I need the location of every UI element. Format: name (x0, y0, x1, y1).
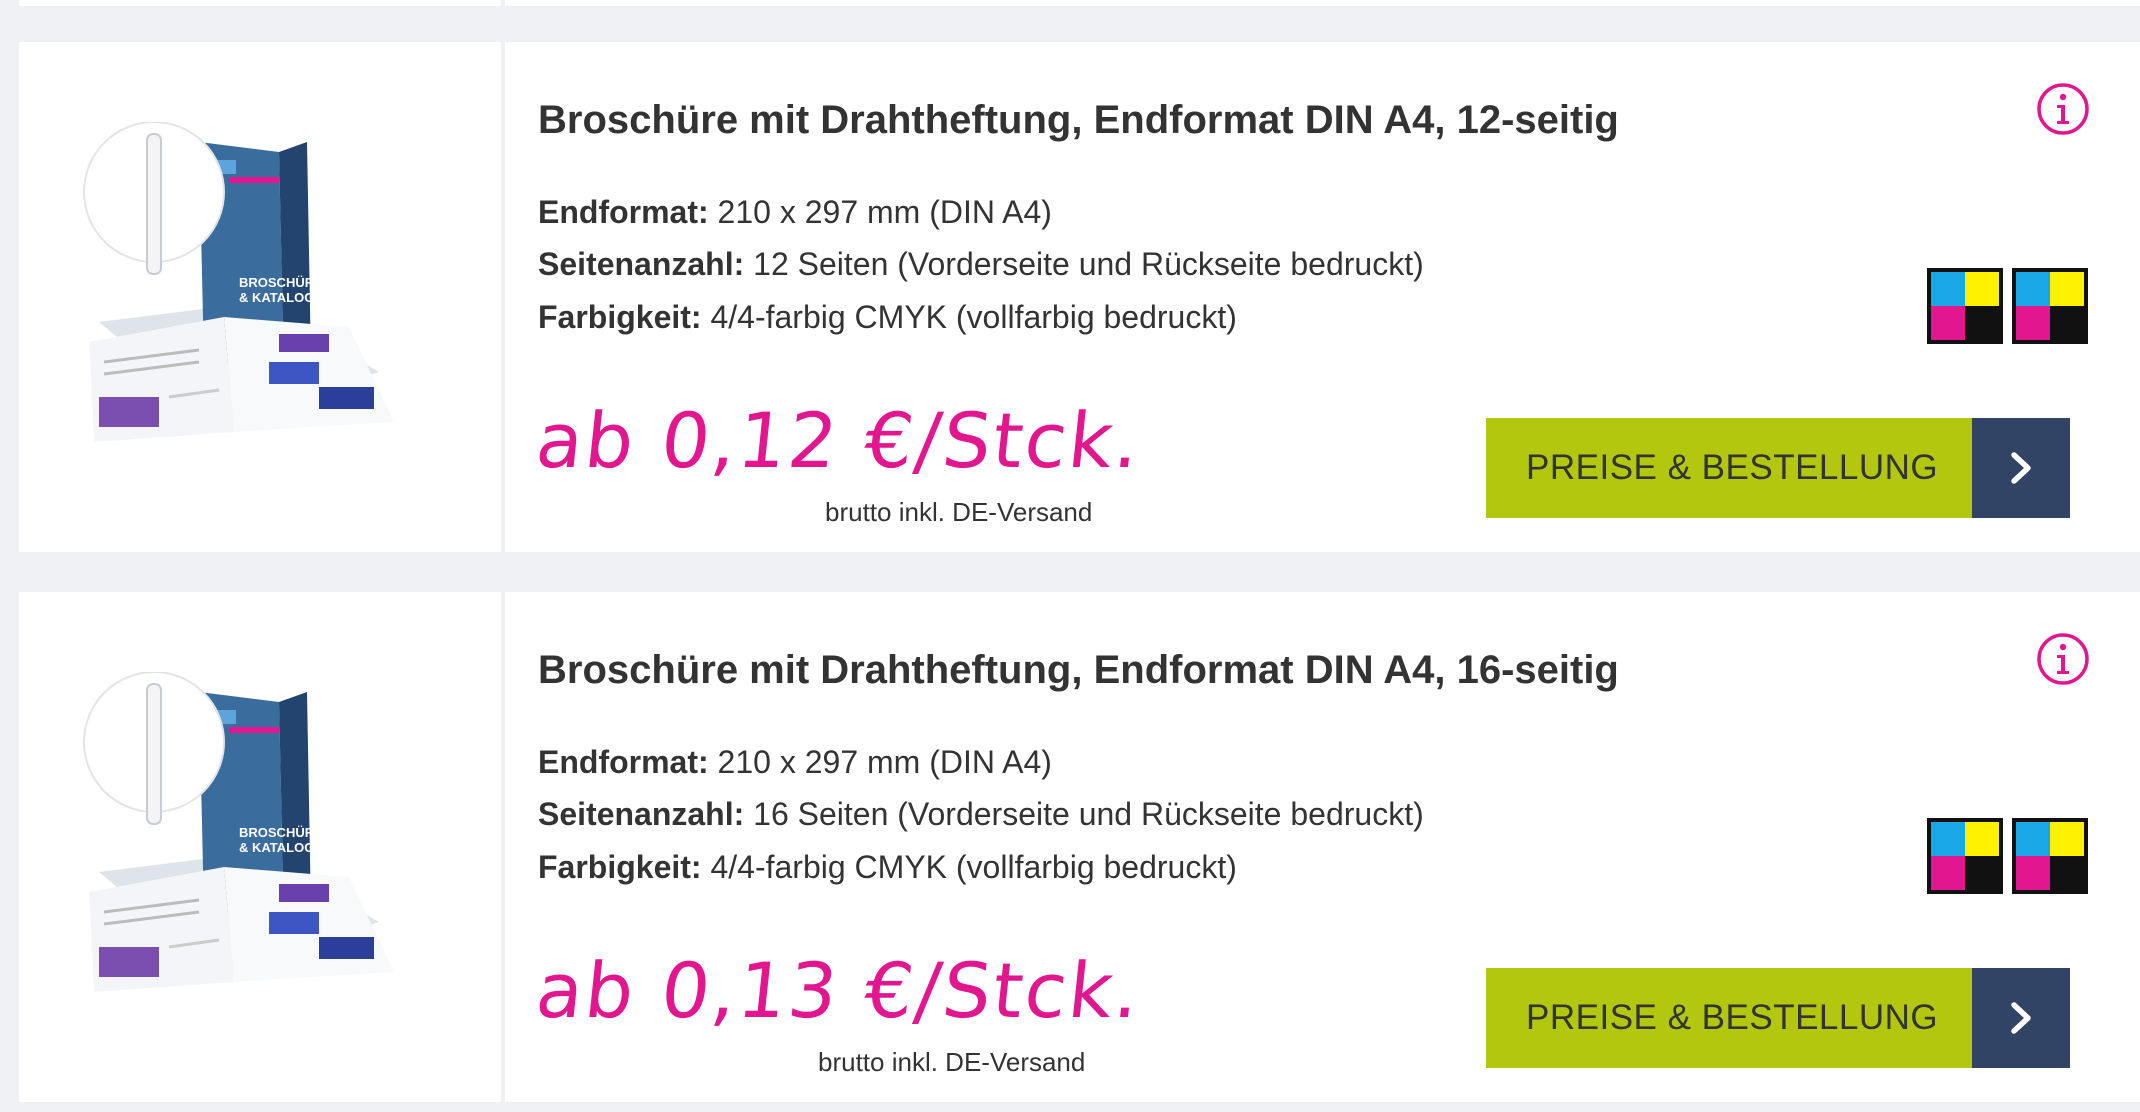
info-circle-icon[interactable] (2035, 631, 2091, 687)
chevron-right-icon (1972, 968, 2070, 1068)
info-circle-icon[interactable] (2035, 81, 2091, 137)
spec-label: Seitenanzahl: (538, 796, 745, 832)
spec-label: Endformat: (538, 744, 709, 780)
card-divider (501, 42, 505, 552)
book-cover-text: & KATALOGE (239, 840, 323, 855)
product-image[interactable]: BROSCHÜREN & KATALOGE (79, 122, 459, 462)
spec-value: 4/4-farbig CMYK (vollfarbig bedruckt) (710, 299, 1237, 335)
product-image-column: BROSCHÜREN & KATALOGE (19, 592, 501, 1102)
card-divider (501, 0, 505, 6)
product-title[interactable]: Broschüre mit Drahtheftung, Endformat DI… (538, 648, 1619, 693)
card-divider (501, 592, 505, 1102)
book-cover-text: BROSCHÜREN (239, 825, 332, 840)
spec-value: 210 x 297 mm (DIN A4) (717, 194, 1052, 230)
price-note: brutto inkl. DE-Versand (825, 497, 1093, 527)
spec-label: Seitenanzahl: (538, 246, 745, 282)
book-cover-text: BROSCHÜREN (239, 275, 332, 290)
spec-format: Endformat: 210 x 297 mm (DIN A4) (538, 744, 1052, 781)
button-label: PREISE & BESTELLUNG (1526, 998, 1939, 1037)
cmyk-color-icon (2012, 818, 2088, 894)
cmyk-color-icon (2012, 268, 2088, 344)
spec-value: 16 Seiten (Vorderseite und Rückseite bed… (753, 796, 1424, 832)
button-label: PREISE & BESTELLUNG (1526, 448, 1939, 487)
price-text: ab 0,12 €/Stck. (532, 396, 1146, 485)
price-text: ab 0,13 €/Stck. (532, 946, 1146, 1035)
spec-label: Farbigkeit: (538, 299, 702, 335)
previous-product-card (19, 0, 2140, 6)
spec-format: Endformat: 210 x 297 mm (DIN A4) (538, 194, 1052, 231)
spec-pages: Seitenanzahl: 12 Seiten (Vorderseite und… (538, 246, 1424, 283)
spec-value: 210 x 297 mm (DIN A4) (717, 744, 1052, 780)
product-title[interactable]: Broschüre mit Drahtheftung, Endformat DI… (538, 98, 1619, 143)
chevron-right-icon (1972, 418, 2070, 518)
spec-pages: Seitenanzahl: 16 Seiten (Vorderseite und… (538, 796, 1424, 833)
prices-order-button[interactable]: PREISE & BESTELLUNG (1486, 418, 2070, 518)
book-cover-text: & KATALOGE (239, 290, 323, 305)
prices-order-button[interactable]: PREISE & BESTELLUNG (1486, 968, 2070, 1068)
cmyk-color-icon (1927, 818, 2003, 894)
price-note: brutto inkl. DE-Versand (818, 1047, 1086, 1077)
spec-label: Farbigkeit: (538, 849, 702, 885)
product-image[interactable]: BROSCHÜREN & KATALOGE (79, 672, 459, 1012)
spec-value: 4/4-farbig CMYK (vollfarbig bedruckt) (710, 849, 1237, 885)
spec-label: Endformat: (538, 194, 709, 230)
cmyk-color-icon (1927, 268, 2003, 344)
product-image-column: BROSCHÜREN & KATALOGE (19, 42, 501, 552)
spec-color: Farbigkeit: 4/4-farbig CMYK (vollfarbig … (538, 849, 1237, 886)
spec-color: Farbigkeit: 4/4-farbig CMYK (vollfarbig … (538, 299, 1237, 336)
spec-value: 12 Seiten (Vorderseite und Rückseite bed… (753, 246, 1424, 282)
